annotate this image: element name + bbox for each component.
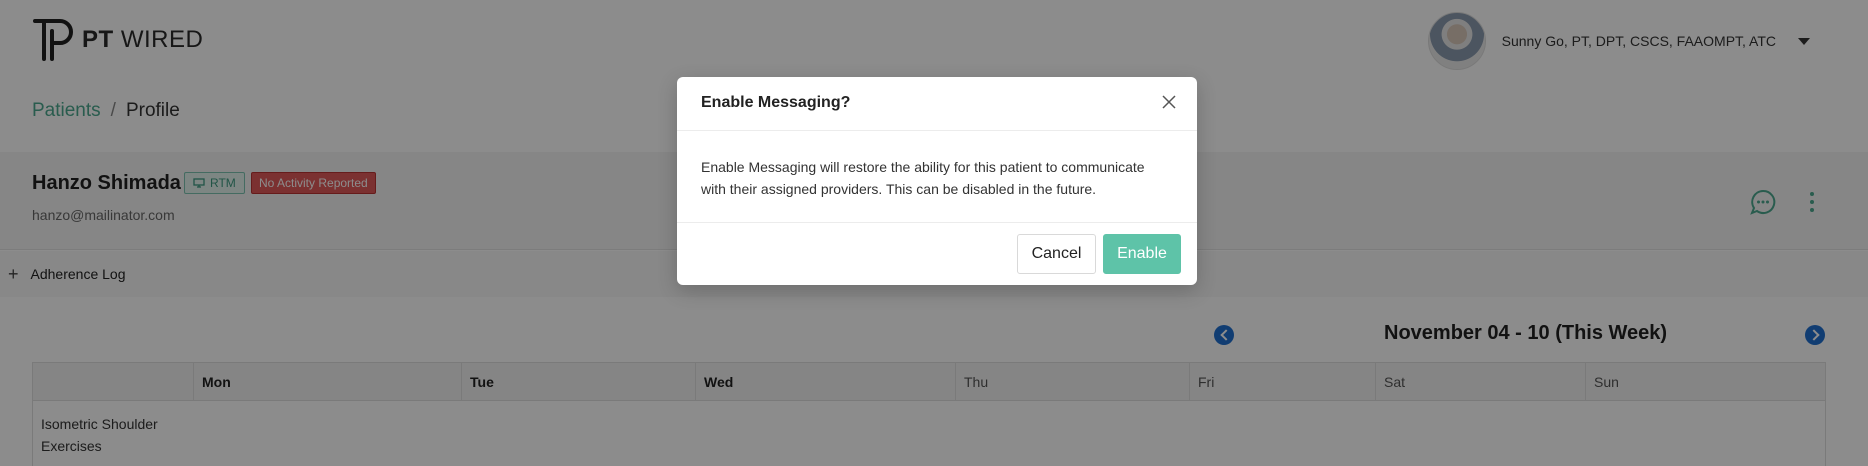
close-icon[interactable] bbox=[1161, 94, 1177, 110]
dialog-body: Enable Messaging will restore the abilit… bbox=[677, 131, 1197, 223]
dialog-title: Enable Messaging? bbox=[701, 94, 851, 111]
dialog-footer: Cancel Enable bbox=[677, 223, 1197, 285]
cancel-button[interactable]: Cancel bbox=[1017, 234, 1096, 274]
dialog-header: Enable Messaging? bbox=[677, 77, 1197, 131]
enable-button[interactable]: Enable bbox=[1103, 234, 1181, 274]
enable-messaging-dialog: Enable Messaging? Enable Messaging will … bbox=[677, 77, 1197, 285]
